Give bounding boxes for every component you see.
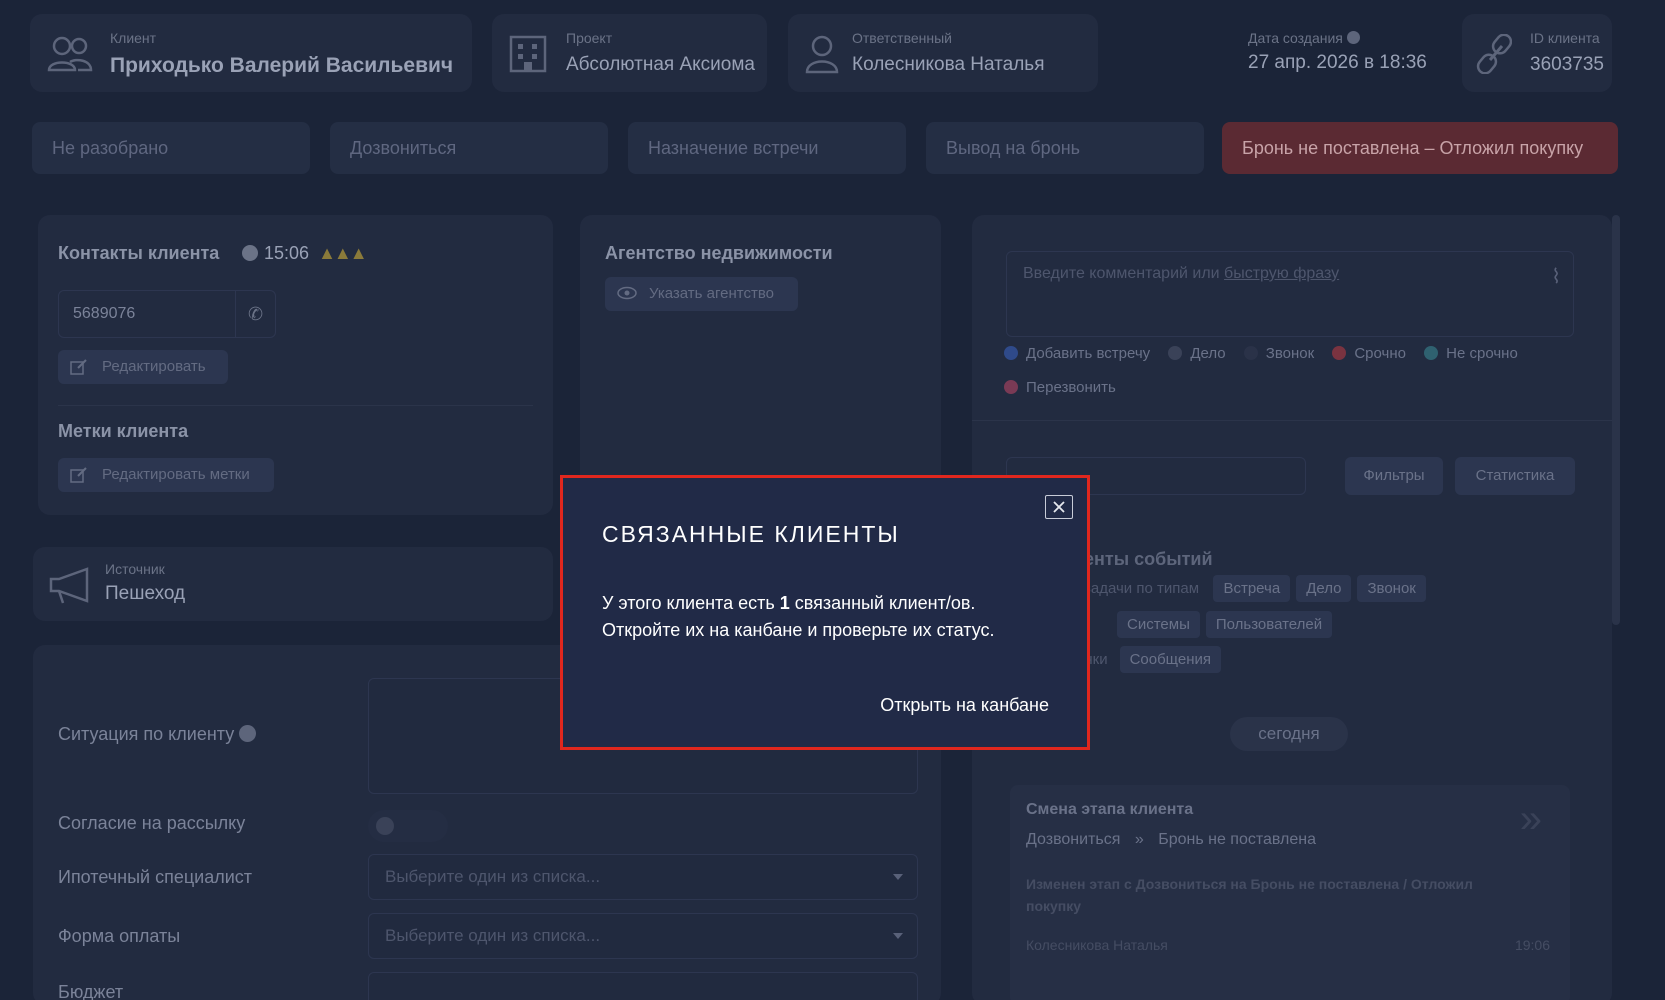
close-icon xyxy=(1046,496,1072,518)
open-kanban-link[interactable]: Открыть на канбане xyxy=(880,695,1049,716)
modal-title: Связанные клиенты xyxy=(602,521,900,547)
related-clients-modal: Связанные клиенты У этого клиента есть 1… xyxy=(560,475,1090,750)
modal-message: У этого клиента есть 1 связанный клиент/… xyxy=(602,593,995,640)
related-count: 1 xyxy=(779,593,790,613)
close-button[interactable] xyxy=(1045,495,1073,519)
